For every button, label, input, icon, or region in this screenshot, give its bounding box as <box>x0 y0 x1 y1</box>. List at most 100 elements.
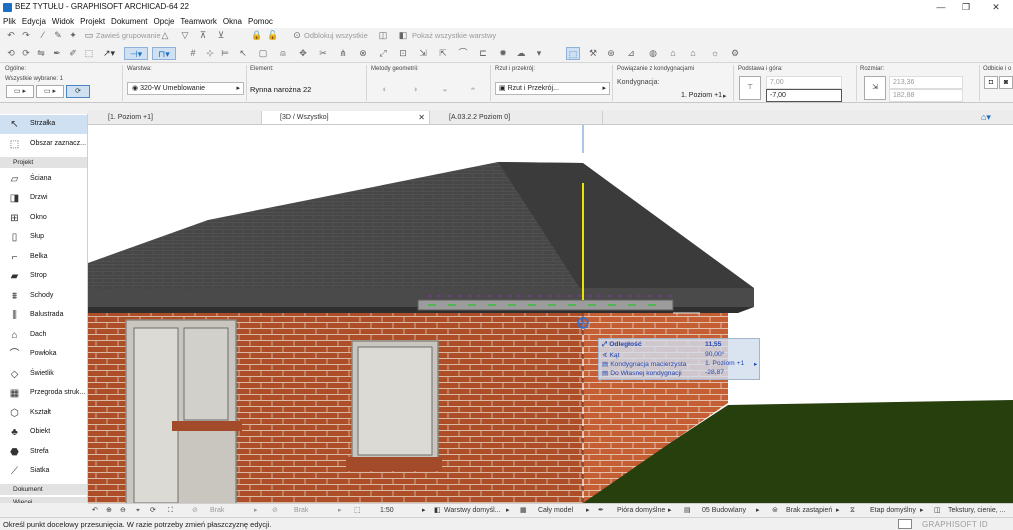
section-document[interactable]: Dokument <box>0 484 87 495</box>
settings-icon[interactable]: ⚙ <box>728 47 742 60</box>
override-value[interactable]: Brak zastąpień <box>786 505 832 517</box>
scale-value[interactable]: 1:50 <box>380 505 394 517</box>
layer-select[interactable]: ◉ 320-W Umeblowanie ▸ <box>127 82 244 95</box>
story-value[interactable]: 1. Poziom +1 <box>681 92 722 99</box>
menu-widok[interactable]: Widok <box>49 15 77 28</box>
send-back-icon[interactable]: ⊻ <box>214 29 228 42</box>
section-more[interactable]: Więcej <box>0 497 87 503</box>
snap-grid-icon[interactable]: ⊹ <box>203 47 217 60</box>
menu-projekt[interactable]: Projekt <box>77 15 108 28</box>
pens-value[interactable]: Pióra domyślne <box>617 505 665 517</box>
layers-icon[interactable]: ◧ <box>396 29 410 42</box>
selection-mode-button[interactable]: ▭ ▸ <box>36 85 64 98</box>
tool-door[interactable]: ◨ Drzwi <box>0 189 87 208</box>
split-icon[interactable]: ⋔ <box>336 47 350 60</box>
bring-forward-icon[interactable]: △ <box>158 29 172 42</box>
syringe-icon[interactable]: ✐ <box>66 47 80 60</box>
lock-icon[interactable]: 🔒 <box>250 29 264 42</box>
rotate-selection-icon[interactable]: ⟳ <box>66 85 90 98</box>
snap-guides-icon[interactable]: ⊣▾ <box>124 47 148 60</box>
offset-icon[interactable]: ⊡ <box>396 47 410 60</box>
person-icon[interactable]: ⍝ <box>276 47 290 60</box>
tab-floor-plan[interactable]: [1. Poziom +1] <box>90 111 262 124</box>
offset-b-icon[interactable]: ◙ <box>999 76 1013 89</box>
tool-marquee[interactable]: ⬚ Obszar zaznacz... <box>0 135 87 154</box>
3d-viewport[interactable] <box>88 125 1013 503</box>
tool-beam[interactable]: ⌐ Belka <box>0 248 87 267</box>
geometry-curved-icon[interactable]: ◑ <box>408 83 422 96</box>
orbit-icon[interactable]: ⊛ <box>604 47 618 60</box>
zoom-out-icon[interactable]: ⊖ <box>120 505 126 517</box>
chevron-right-icon[interactable]: ▸ <box>754 360 757 368</box>
unlock-all-icon[interactable]: ⊙ <box>290 29 304 42</box>
pick-up-icon[interactable]: ⁄ <box>36 29 50 42</box>
geometry-arc-icon[interactable]: ◓ <box>466 83 480 96</box>
tool-railing[interactable]: ⫼ Balustrada <box>0 306 87 325</box>
inject-icon[interactable]: ✎ <box>51 29 65 42</box>
tab-3d-view[interactable]: [3D / Wszystko] ✕ <box>262 111 430 124</box>
budowlany-value[interactable]: 05 Budowlany <box>702 505 746 517</box>
height-field[interactable]: 182,88 <box>889 89 963 102</box>
group-icon[interactable]: ▭ <box>82 29 96 42</box>
menu-pomoc[interactable]: Pomoc <box>245 15 276 28</box>
view-options-icon[interactable]: ⌂▾ <box>981 111 1005 124</box>
to-story-value[interactable]: -28,87 <box>705 369 724 376</box>
box-icon[interactable]: ▢ <box>256 47 270 60</box>
more-dropdown-icon[interactable]: ▾ <box>532 47 546 60</box>
undo-view-icon[interactable]: ↶ <box>92 505 98 517</box>
3d-view-icon[interactable]: ⬚ <box>566 47 580 60</box>
drag-icon[interactable]: ⇲ <box>416 47 430 60</box>
menu-plik[interactable]: Plik <box>0 15 19 28</box>
minimize-button[interactable]: — <box>929 1 953 14</box>
undo-icon[interactable]: ↶ <box>4 29 18 42</box>
zoom-in-icon[interactable]: ⊕ <box>106 505 112 517</box>
fillet-icon[interactable]: ⌒ <box>456 47 470 60</box>
geometry-polygon-icon[interactable]: ◒ <box>438 83 452 96</box>
rotate-cw-icon[interactable]: ⟳ <box>19 47 33 60</box>
monitor-icon[interactable] <box>898 519 912 529</box>
tool-morph[interactable]: ⬡ Kształt <box>0 404 87 423</box>
close-tab-icon[interactable]: ✕ <box>418 111 425 124</box>
unlock-icon[interactable]: 🔓 <box>266 29 280 42</box>
house-icon[interactable]: ⌂ <box>666 47 680 60</box>
tool-object[interactable]: ♣ Obiekt <box>0 423 87 442</box>
elevation-icon[interactable]: ⊤ <box>739 76 761 100</box>
align-icon[interactable]: ⊨ <box>218 47 232 60</box>
bring-front-icon[interactable]: ⊼ <box>196 29 210 42</box>
tool-wall[interactable]: ▱ Ściana <box>0 170 87 189</box>
selection-toggle-button[interactable]: ▭ ▸ <box>6 85 34 98</box>
menu-edycja[interactable]: Edycja <box>19 15 49 28</box>
move-icon[interactable]: ✥ <box>296 47 310 60</box>
offset-a-icon[interactable]: ◘ <box>984 76 998 89</box>
bottom-elevation-field[interactable]: -7,00 <box>766 89 842 102</box>
tool-shell[interactable]: ⌒ Powłoka <box>0 345 87 364</box>
globe-icon[interactable]: ◍ <box>646 47 660 60</box>
mirror-icon[interactable]: ⇋ <box>34 47 48 60</box>
plan-section-select[interactable]: ▣ Rzut i Przekrój... ▸ <box>495 82 610 95</box>
suspend-groups-button[interactable]: Zawieś grupowanie <box>96 29 161 42</box>
show-all-layers-button[interactable]: Pokaż wszystkie warstwy <box>412 29 496 42</box>
walk-icon[interactable]: ⚒ <box>586 47 600 60</box>
magic-wand-icon[interactable]: ✦ <box>66 29 80 42</box>
parent-story-value[interactable]: 1. Poziom +1 <box>705 360 744 367</box>
intersect-icon[interactable]: ⊗ <box>356 47 370 60</box>
tool-stair[interactable]: ⩩ Schody <box>0 287 87 306</box>
tool-window[interactable]: ⊞ Okno <box>0 209 87 228</box>
geometry-straight-icon[interactable]: ◐ <box>378 83 392 96</box>
orbit-nav-icon[interactable]: ⟳ <box>150 505 156 517</box>
unlock-all-button[interactable]: Odblokuj wszystkie <box>304 29 368 42</box>
line-tool-icon[interactable]: ↗▾ <box>98 47 120 60</box>
perspective-icon[interactable]: ⊿ <box>624 47 638 60</box>
size-icon[interactable]: ⇲ <box>864 76 886 100</box>
gravity-icon[interactable]: ⊓▾ <box>152 47 176 60</box>
tool-mesh[interactable]: ⟋ Siatka <box>0 462 87 481</box>
tab-layout[interactable]: [A.03.2.2 Poziom 0] <box>431 111 603 124</box>
tool-zone[interactable]: ⬣ Strefa <box>0 443 87 462</box>
tool-roof[interactable]: ⌂ Dach <box>0 326 87 345</box>
layers-value[interactable]: Warstwy domyśl... <box>444 505 501 517</box>
story-chevron-icon[interactable]: ▸ <box>723 92 727 100</box>
close-button[interactable]: ✕ <box>984 1 1008 14</box>
graphisoft-id-link[interactable]: GRAPHISOFT ID <box>922 520 988 529</box>
menu-dokument[interactable]: Dokument <box>108 15 150 28</box>
menu-opcje[interactable]: Opcje <box>151 15 178 28</box>
